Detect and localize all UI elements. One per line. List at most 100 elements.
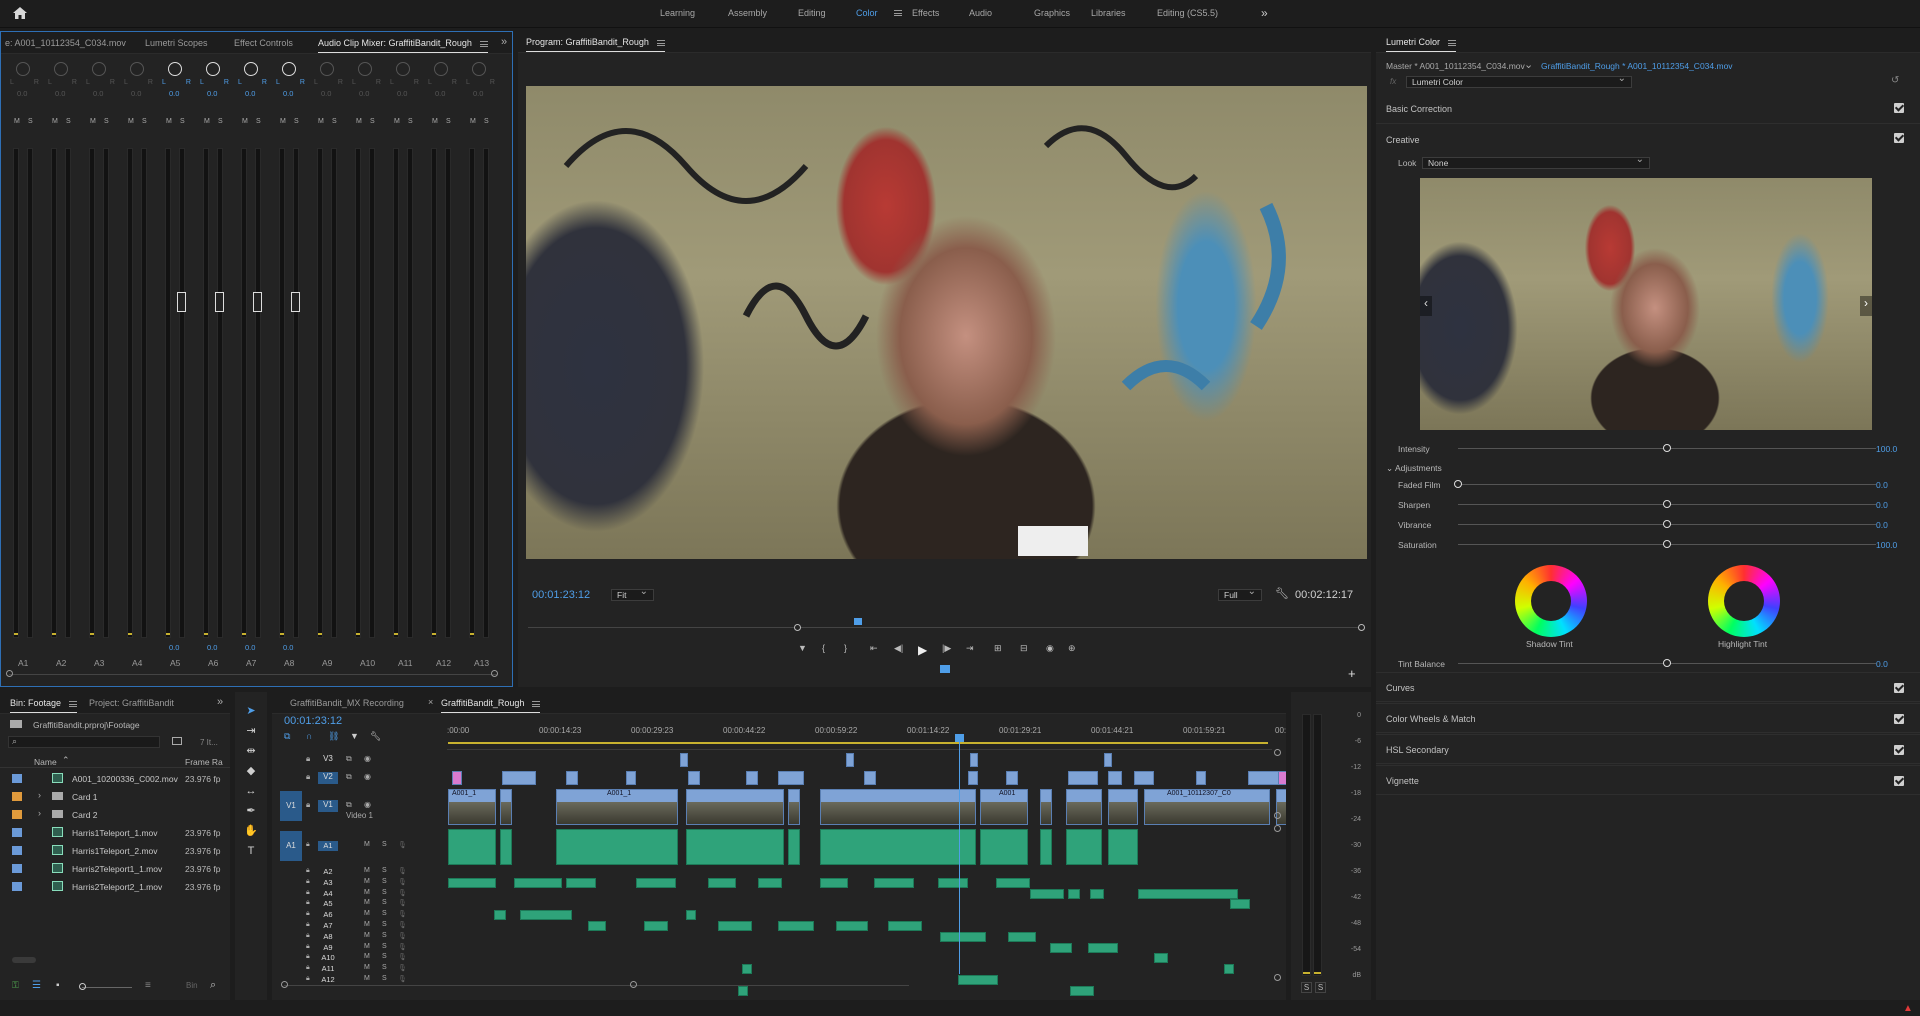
mute-button[interactable]: M	[394, 118, 400, 125]
track-label[interactable]: A6	[318, 910, 338, 920]
lock-track-icon[interactable]: 🔒︎	[306, 878, 310, 886]
section-checkbox[interactable]	[1894, 776, 1904, 786]
section-vignette[interactable]: Vignette	[1376, 765, 1920, 795]
track-label[interactable]: A3	[318, 878, 338, 888]
audio-clip[interactable]	[940, 931, 986, 942]
scroll-handle-left[interactable]	[6, 670, 13, 677]
slider-knob[interactable]	[1663, 520, 1671, 528]
basic-correction-section[interactable]: Basic Correction	[1376, 94, 1920, 124]
mute-button[interactable]: M	[90, 118, 96, 125]
pan-knob[interactable]	[206, 62, 220, 76]
mute-button[interactable]: M	[280, 118, 286, 125]
eye-icon[interactable]: ◉	[364, 754, 371, 763]
video-clip-v2[interactable]	[864, 771, 876, 785]
pan-value[interactable]: 0.0	[131, 89, 141, 98]
next-look-icon[interactable]: ›	[1860, 296, 1872, 316]
item-name[interactable]: A001_10200336_C002.mov	[72, 774, 178, 784]
work-area-bar[interactable]	[448, 742, 1268, 744]
master-clip-label[interactable]: Master * A001_10112354_C034.mov	[1386, 61, 1525, 71]
solo-track-button[interactable]: S	[382, 899, 387, 906]
solo-button[interactable]: S	[104, 118, 109, 125]
audio-clip[interactable]	[644, 921, 668, 931]
video-clip-v1[interactable]	[686, 789, 784, 825]
fader-value[interactable]: 0.0	[207, 643, 217, 652]
audio-clip-a1[interactable]	[556, 829, 678, 865]
add-button-icon[interactable]: +	[1348, 666, 1356, 681]
track-label[interactable]: V3	[318, 754, 338, 766]
icon-view-icon[interactable]: ▪	[56, 980, 60, 991]
look-dropdown[interactable]: None	[1422, 155, 1650, 169]
audio-clip-a1[interactable]	[500, 829, 512, 865]
mute-track-button[interactable]: M	[364, 921, 370, 928]
v-scroll-mid2[interactable]	[1274, 825, 1281, 832]
audio-clip-a1[interactable]	[686, 829, 784, 865]
workspace-libraries[interactable]: Libraries	[1091, 8, 1126, 18]
timeline-timecode[interactable]: 00:01:23:12	[284, 715, 342, 727]
solo-button[interactable]: S	[408, 118, 413, 125]
video-clip-v1[interactable]	[500, 789, 512, 825]
section-checkbox[interactable]	[1894, 683, 1904, 693]
pan-knob[interactable]	[16, 62, 30, 76]
video-clip-v1[interactable]	[788, 789, 800, 825]
slider-knob[interactable]	[1663, 540, 1671, 548]
video-clip-v1[interactable]: A001	[980, 789, 1028, 825]
pen-tool-icon[interactable]: ✒	[244, 804, 258, 818]
program-scrub-bar[interactable]	[528, 627, 1363, 628]
close-tab-icon[interactable]: ×	[428, 697, 433, 707]
fader-track[interactable]	[407, 148, 413, 638]
lock-track-icon[interactable]: 🔒︎	[306, 800, 310, 810]
solo-button[interactable]: S	[180, 118, 185, 125]
mute-button[interactable]: M	[318, 118, 324, 125]
video-clip-v2[interactable]	[502, 771, 536, 785]
video-clip-v1[interactable]: A001_10112307_C0	[1144, 789, 1270, 825]
pan-value[interactable]: 0.0	[17, 89, 27, 98]
item-name[interactable]: Harris1Teleport_2.mov	[72, 846, 158, 856]
audio-clip[interactable]	[448, 877, 496, 888]
label-color-swatch[interactable]	[12, 774, 22, 783]
track-header-a5[interactable]: 🔒︎ A5 M S 🎙︎	[272, 899, 412, 909]
linked-selection-icon[interactable]: ⛓	[328, 731, 339, 742]
pan-knob[interactable]	[54, 62, 68, 76]
pan-knob[interactable]	[434, 62, 448, 76]
lock-track-icon[interactable]: 🔒︎	[306, 943, 310, 951]
video-clip-v1[interactable]	[1040, 789, 1052, 825]
track-header-a9[interactable]: 🔒︎ A9 M S 🎙︎	[272, 943, 412, 953]
track-label[interactable]: A4	[318, 889, 338, 899]
sort-icon[interactable]: ≡	[145, 980, 151, 991]
mute-track-button[interactable]: M	[364, 899, 370, 906]
track-header-a2[interactable]: 🔒︎ A2 M S 🎙︎	[272, 867, 412, 877]
fader-track[interactable]	[179, 148, 185, 638]
adjustments-toggle[interactable]: ⌄ Adjustments	[1386, 463, 1442, 474]
intensity-value[interactable]: 100.0	[1876, 444, 1897, 454]
pan-value[interactable]: 0.0	[397, 89, 407, 98]
solo-button[interactable]: S	[28, 118, 33, 125]
prev-look-icon[interactable]: ‹	[1420, 296, 1432, 316]
zoom-slider[interactable]	[82, 987, 132, 988]
solo-button[interactable]: S	[256, 118, 261, 125]
pan-value[interactable]: 0.0	[55, 89, 65, 98]
video-clip-v1[interactable]: A001_1	[448, 789, 496, 825]
workspace-effects[interactable]: Effects	[912, 8, 939, 18]
pan-knob[interactable]	[396, 62, 410, 76]
intensity-slider-knob[interactable]	[1663, 444, 1671, 452]
track-header-a11[interactable]: 🔒︎ A11 M S 🎙︎	[272, 964, 412, 974]
audio-clip[interactable]	[708, 877, 736, 888]
track-header-v2[interactable]: 🔒︎ V2 ⧉ ◉	[272, 769, 412, 787]
item-name[interactable]: Harris2Teleport1_1.mov	[72, 864, 162, 874]
track-label[interactable]: A10	[318, 953, 338, 963]
panel-menu-icon[interactable]	[479, 40, 488, 47]
add-marker-icon[interactable]: ▼	[350, 731, 359, 741]
workspace-audio[interactable]: Audio	[969, 8, 992, 18]
play-icon[interactable]: ▶	[918, 643, 927, 657]
audio-clip[interactable]	[1138, 888, 1238, 899]
solo-track-button[interactable]: S	[382, 910, 387, 917]
voiceover-mic-icon[interactable]: 🎙︎	[398, 953, 407, 961]
button-editor-icon[interactable]: ⊕	[1068, 643, 1076, 654]
label-color-swatch[interactable]	[12, 810, 22, 819]
video-clip-v2[interactable]	[1068, 771, 1098, 785]
selection-tool-icon[interactable]: ➤	[244, 704, 258, 718]
audio-clip[interactable]	[1050, 942, 1072, 953]
solo-button[interactable]: S	[446, 118, 451, 125]
fader-value[interactable]: 0.0	[245, 643, 255, 652]
audio-clip-a1[interactable]	[788, 829, 800, 865]
